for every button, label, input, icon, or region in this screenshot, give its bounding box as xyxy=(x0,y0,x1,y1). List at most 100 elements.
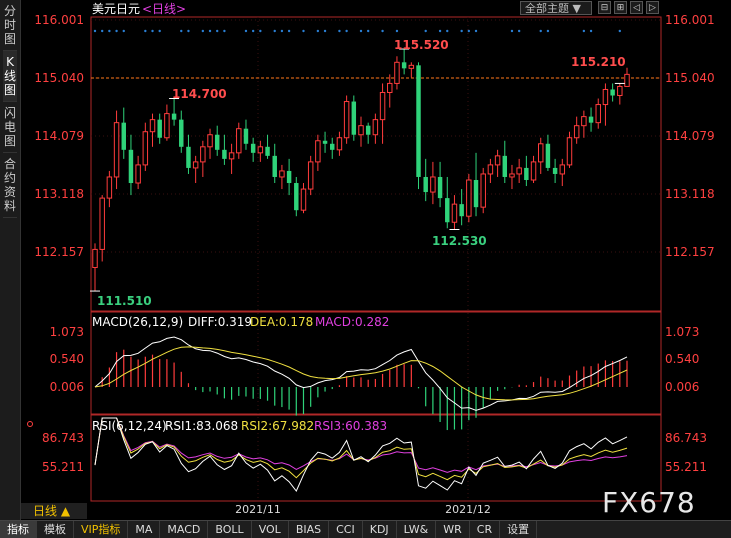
price-label-left-3: 113.118 xyxy=(34,187,84,201)
candle-body xyxy=(509,173,515,178)
labels: 美元日元 <日线> 116.001 115.040 114.079 113.11… xyxy=(34,2,714,516)
event-dot xyxy=(510,29,514,33)
candle-body xyxy=(473,179,479,208)
candle-body xyxy=(459,204,464,217)
event-dot xyxy=(108,29,111,33)
event-dot xyxy=(582,29,586,33)
candle-body xyxy=(186,146,191,168)
candle-body xyxy=(445,198,450,223)
candle-body xyxy=(494,155,501,166)
candles xyxy=(90,48,630,292)
event-dot xyxy=(539,29,542,33)
candle-body xyxy=(106,176,113,199)
candle-body xyxy=(595,104,601,124)
chart-area[interactable]: 美元日元 <日线> 116.001 115.040 114.079 113.11… xyxy=(21,0,731,520)
indicator-tab[interactable]: 指标 xyxy=(0,521,37,538)
boll-button[interactable]: BOLL xyxy=(208,521,252,538)
event-dot xyxy=(359,29,363,33)
candle-body xyxy=(581,116,587,127)
candle-body xyxy=(92,248,98,269)
event-dot xyxy=(158,29,161,33)
candle-body xyxy=(330,143,335,150)
candle-body xyxy=(372,119,379,136)
candle-body xyxy=(430,176,436,193)
scroll-right-icon[interactable]: ▷ xyxy=(646,1,659,14)
tab-kline[interactable]: K线图 xyxy=(3,51,17,102)
candle-body xyxy=(423,176,428,193)
candle-body xyxy=(437,176,443,199)
macd-tick-right-0: 1.073 xyxy=(665,325,699,339)
vip-indicator-tab[interactable]: VIP指标 xyxy=(74,521,129,538)
candle-body xyxy=(480,173,486,208)
event-dot xyxy=(381,29,384,33)
event-dot xyxy=(216,29,219,33)
event-dot xyxy=(180,29,183,33)
candle-body xyxy=(573,125,580,139)
candle-body xyxy=(128,149,134,184)
candle-body xyxy=(487,164,494,175)
bottom-toolbar: 指标 模板 VIP指标 MA MACD BOLL VOL BIAS CCI KD… xyxy=(0,520,731,538)
candle-body xyxy=(394,61,400,84)
candle-body xyxy=(157,119,162,138)
candle-body xyxy=(624,73,630,87)
x-label-nov: 2021/11 xyxy=(235,503,281,516)
candle-body xyxy=(387,82,393,93)
settings-button[interactable]: 设置 xyxy=(500,521,538,538)
event-dot xyxy=(251,29,255,33)
event-dot xyxy=(546,29,550,33)
annotation-low-2: 112.530 xyxy=(432,234,487,248)
ma-button[interactable]: MA xyxy=(128,521,161,538)
candle-body xyxy=(272,155,277,177)
event-dot xyxy=(316,29,320,33)
candle-body xyxy=(545,143,551,168)
theme-dropdown[interactable]: 全部主题 ▼ xyxy=(520,1,592,15)
event-dot xyxy=(474,29,478,33)
price-label-left-4: 112.157 xyxy=(34,245,84,259)
macd-diff: DIFF:0.319 xyxy=(188,315,252,329)
period-button[interactable]: 日线 ▲ xyxy=(21,503,87,519)
candle-body xyxy=(552,167,558,174)
event-dot xyxy=(187,29,190,33)
annotation-high-2: 115.520 xyxy=(394,38,449,52)
tab-lightning[interactable]: 闪电图 xyxy=(3,102,17,153)
zoom-in-icon[interactable]: ⊞ xyxy=(614,1,627,14)
candle-body xyxy=(602,88,609,106)
lw-button[interactable]: LW& xyxy=(397,521,437,538)
bias-button[interactable]: BIAS xyxy=(289,521,330,538)
event-dot xyxy=(438,29,442,33)
annotation-high-1: 114.700 xyxy=(172,87,227,101)
wr-button[interactable]: WR xyxy=(436,521,470,538)
event-dot xyxy=(287,29,291,33)
annotation-high-3: 115.210 xyxy=(571,55,626,69)
template-tab[interactable]: 模板 xyxy=(37,521,74,538)
candle-body xyxy=(113,122,120,178)
candle-body xyxy=(222,149,227,159)
scroll-left-icon[interactable]: ◁ xyxy=(630,1,643,14)
candle-body xyxy=(200,146,206,163)
price-label-right-2: 114.079 xyxy=(665,129,715,143)
tab-time-share[interactable]: 分时图 xyxy=(3,0,17,51)
cr-button[interactable]: CR xyxy=(470,521,501,538)
rsi-1: RSI1:83.068 xyxy=(165,419,238,433)
event-dot xyxy=(589,29,593,33)
rsi-tick-left-0: 86.743 xyxy=(42,431,84,445)
zoom-out-icon[interactable]: ⊟ xyxy=(598,1,611,14)
candle-body xyxy=(236,128,242,154)
event-dot xyxy=(273,29,276,33)
kdj-button[interactable]: KDJ xyxy=(363,521,397,538)
candle-body xyxy=(530,161,537,181)
event-dot xyxy=(424,29,427,33)
macd-value: MACD:0.282 xyxy=(315,315,389,329)
macd-button[interactable]: MACD xyxy=(160,521,209,538)
event-dot xyxy=(517,29,521,33)
macd-dea: DEA:0.178 xyxy=(250,315,313,329)
macd-title: MACD(26,12,9) xyxy=(92,315,183,329)
event-dot xyxy=(122,29,125,33)
cci-button[interactable]: CCI xyxy=(329,521,363,538)
vol-button[interactable]: VOL xyxy=(252,521,289,538)
event-dot xyxy=(151,29,154,33)
tab-contract-info[interactable]: 合约资料 xyxy=(3,153,17,218)
candle-body xyxy=(307,161,314,190)
annotation-low-1: 111.510 xyxy=(97,294,152,308)
candle-body xyxy=(171,113,177,120)
